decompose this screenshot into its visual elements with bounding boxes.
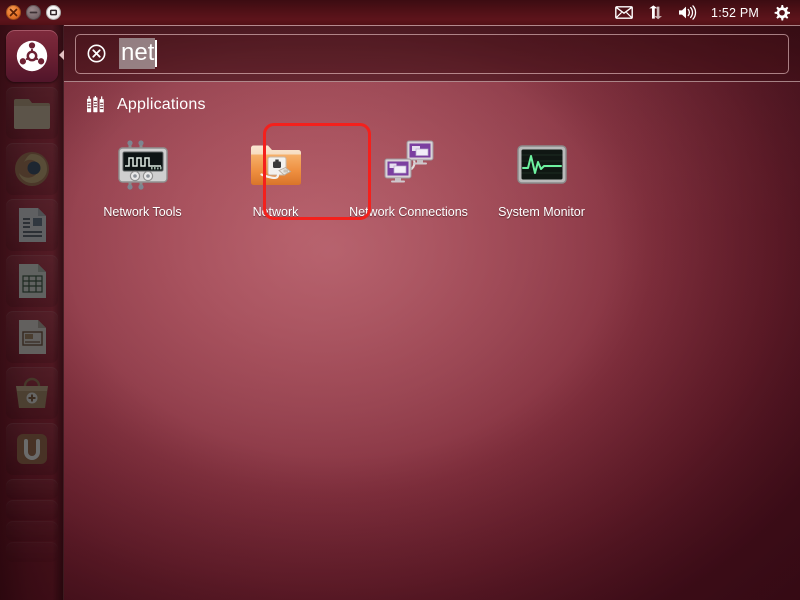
system-settings-icon: [12, 479, 52, 480]
desktop: 1:52 PM net Applications Network Tools N…: [0, 0, 800, 600]
network-connections-icon: [384, 140, 433, 183]
launcher-item-impress[interactable]: [6, 311, 58, 363]
trash-icon: [12, 542, 52, 543]
launcher-item-trash[interactable]: [6, 542, 58, 562]
result-label: Network Connections: [349, 205, 468, 219]
clock-label: 1:52 PM: [711, 5, 759, 20]
launcher-bar: [0, 25, 64, 600]
result-label: Network Tools: [103, 205, 182, 219]
workspace-switcher-icon: [12, 521, 52, 522]
launcher-item-writer[interactable]: [6, 199, 58, 251]
launcher-item-ubuntu-one[interactable]: [6, 423, 58, 475]
minimize-window-button[interactable]: [26, 5, 41, 20]
maximize-icon: [49, 9, 58, 16]
help-icon: [12, 500, 52, 501]
network-folder-icon: [250, 145, 301, 185]
result-label: Network: [252, 205, 299, 219]
search-text-wrap: net: [119, 38, 158, 69]
result-item-network-tools[interactable]: Network Tools: [76, 126, 209, 225]
messaging-indicator[interactable]: [613, 0, 635, 25]
panel-indicators: 1:52 PM: [613, 0, 800, 25]
close-icon: [9, 8, 18, 17]
gear-icon: [774, 5, 790, 21]
software-center-icon: [16, 377, 48, 408]
result-item-network-connections[interactable]: Network Connections: [342, 126, 475, 225]
result-icon-wrap: [245, 134, 307, 196]
network-tools-icon: [117, 140, 168, 190]
launcher-item-firefox[interactable]: [6, 143, 58, 195]
results-grid: Network Tools Network Network Connection…: [64, 114, 800, 225]
result-item-system-monitor[interactable]: System Monitor: [475, 126, 608, 225]
text-caret: [155, 40, 158, 67]
ubuntu-logo-icon: [16, 40, 48, 72]
impress-icon: [19, 320, 46, 354]
top-panel: 1:52 PM: [0, 0, 800, 25]
clock-indicator[interactable]: 1:52 PM: [709, 0, 761, 25]
dash-home-button[interactable]: [6, 30, 58, 82]
launcher-item-calc[interactable]: [6, 255, 58, 307]
launcher-items: [6, 87, 58, 563]
result-icon-wrap: [511, 134, 573, 196]
firefox-icon: [15, 152, 49, 186]
launcher-item-help[interactable]: [6, 500, 58, 520]
mail-icon: [615, 6, 633, 19]
network-arrows-icon: [649, 5, 663, 20]
applications-category-header: Applications: [64, 82, 800, 114]
dash-search-bar: net: [64, 25, 800, 82]
writer-icon: [19, 208, 46, 242]
launcher-item-system-settings[interactable]: [6, 479, 58, 499]
close-window-button[interactable]: [6, 5, 21, 20]
search-query-text: net: [119, 38, 156, 69]
window-controls: [0, 5, 61, 20]
network-indicator[interactable]: [645, 0, 666, 25]
volume-indicator[interactable]: [676, 0, 699, 25]
category-label: Applications: [117, 96, 206, 113]
result-icon-wrap: [112, 134, 174, 196]
calc-icon: [19, 264, 46, 298]
result-item-network[interactable]: Network: [209, 126, 342, 225]
system-monitor-icon: [516, 145, 567, 184]
launcher-item-workspace-switcher[interactable]: [6, 521, 58, 541]
session-indicator[interactable]: [771, 0, 792, 25]
minimize-icon: [29, 11, 38, 14]
launcher-item-software-center[interactable]: [6, 367, 58, 419]
result-label: System Monitor: [498, 205, 585, 219]
launcher-expand-arrow-icon: [59, 50, 64, 60]
files-folder-icon: [14, 99, 50, 129]
result-icon-wrap: [378, 134, 440, 196]
volume-icon: [679, 5, 697, 20]
ubuntu-one-icon: [17, 434, 47, 464]
dash-results-area: Applications Network Tools Network Netwo…: [64, 82, 800, 600]
launcher-item-files[interactable]: [6, 87, 58, 139]
maximize-window-button[interactable]: [46, 5, 61, 20]
applications-category-icon: [87, 96, 104, 113]
clear-search-icon[interactable]: [87, 44, 106, 63]
search-input[interactable]: net: [75, 33, 789, 74]
